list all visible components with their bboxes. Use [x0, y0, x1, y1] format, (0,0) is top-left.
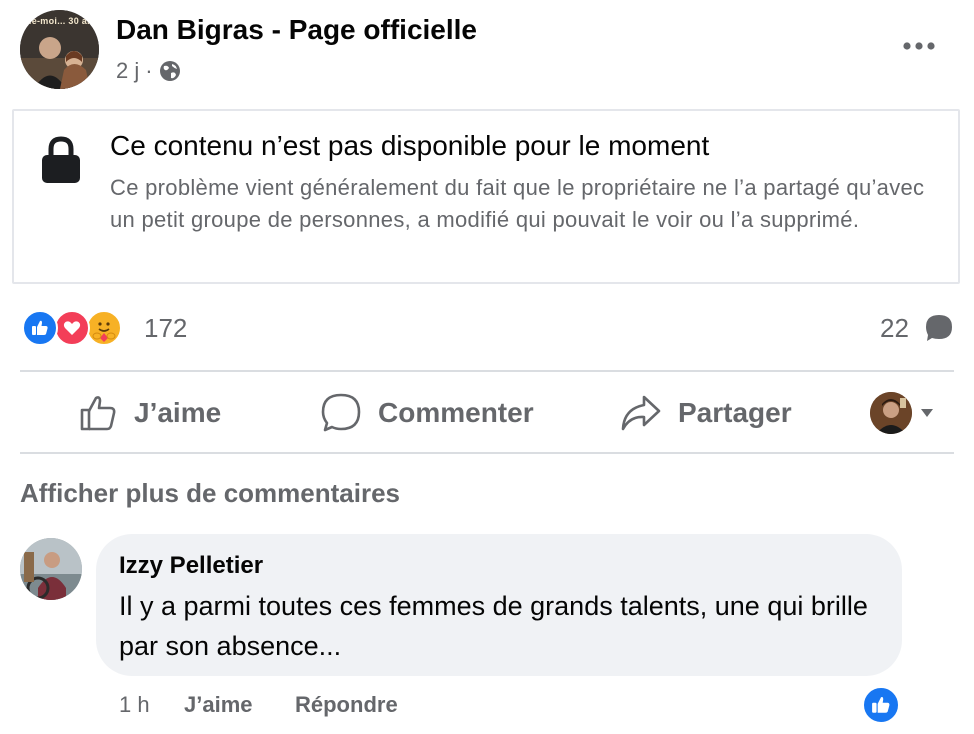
- comment-icon: [321, 393, 361, 432]
- divider-top: [20, 370, 954, 372]
- share-button[interactable]: Partager: [620, 390, 792, 436]
- post-meta: 2 j ·: [116, 58, 181, 84]
- globe-icon: [159, 61, 180, 81]
- unavailable-body: Ce problème vient généralement du fait q…: [110, 175, 925, 232]
- comment-text: Il y a parmi toutes ces femmes de grands…: [119, 591, 868, 661]
- post-time[interactable]: 2 j: [116, 58, 139, 84]
- reaction-count[interactable]: 172: [144, 313, 187, 344]
- share-icon: [621, 395, 661, 431]
- care-reaction-icon: [86, 310, 122, 346]
- more-options-button[interactable]: [898, 30, 942, 58]
- like-reaction-icon: [22, 310, 58, 346]
- page-avatar[interactable]: Tue-moi... 30 ans: [20, 10, 99, 89]
- page-name[interactable]: Dan Bigras - Page officielle: [116, 14, 477, 46]
- commenter-avatar[interactable]: [20, 538, 82, 600]
- like-reaction-icon: [872, 696, 890, 713]
- unavailable-title: Ce contenu n’est pas disponible pour le …: [110, 130, 710, 161]
- comment-like-button[interactable]: J’aime: [184, 692, 253, 718]
- caret-down-icon[interactable]: [919, 406, 935, 418]
- more-horizontal-icon: [903, 42, 935, 50]
- comment-time[interactable]: 1 h: [119, 692, 150, 718]
- meta-separator: ·: [145, 58, 153, 83]
- comment-label: Commenter: [378, 397, 534, 428]
- like-button[interactable]: J’aime: [78, 390, 221, 436]
- like-label: J’aime: [134, 397, 222, 428]
- comment-bubble-icon: [924, 313, 954, 343]
- comment-reply-button[interactable]: Répondre: [295, 692, 398, 718]
- viewer-avatar-photo: [870, 392, 912, 434]
- commenter-avatar-photo: [20, 538, 82, 600]
- comment-button[interactable]: Commenter: [320, 390, 534, 436]
- divider-bottom: [20, 452, 954, 454]
- lock-icon: [40, 136, 82, 184]
- comment-count[interactable]: 22: [880, 313, 909, 344]
- commenter-name[interactable]: Izzy Pelletier: [119, 552, 263, 580]
- love-reaction-icon: [54, 310, 90, 346]
- avatar-caption: Tue-moi... 30 ans: [20, 16, 99, 26]
- share-label: Partager: [678, 397, 792, 428]
- show-more-comments-link[interactable]: Afficher plus de commentaires: [20, 478, 400, 509]
- thumbs-up-icon: [80, 396, 116, 431]
- reactions-summary[interactable]: [22, 310, 122, 346]
- comment-like-reaction-icon[interactable]: [862, 686, 900, 724]
- viewer-avatar[interactable]: [870, 392, 912, 434]
